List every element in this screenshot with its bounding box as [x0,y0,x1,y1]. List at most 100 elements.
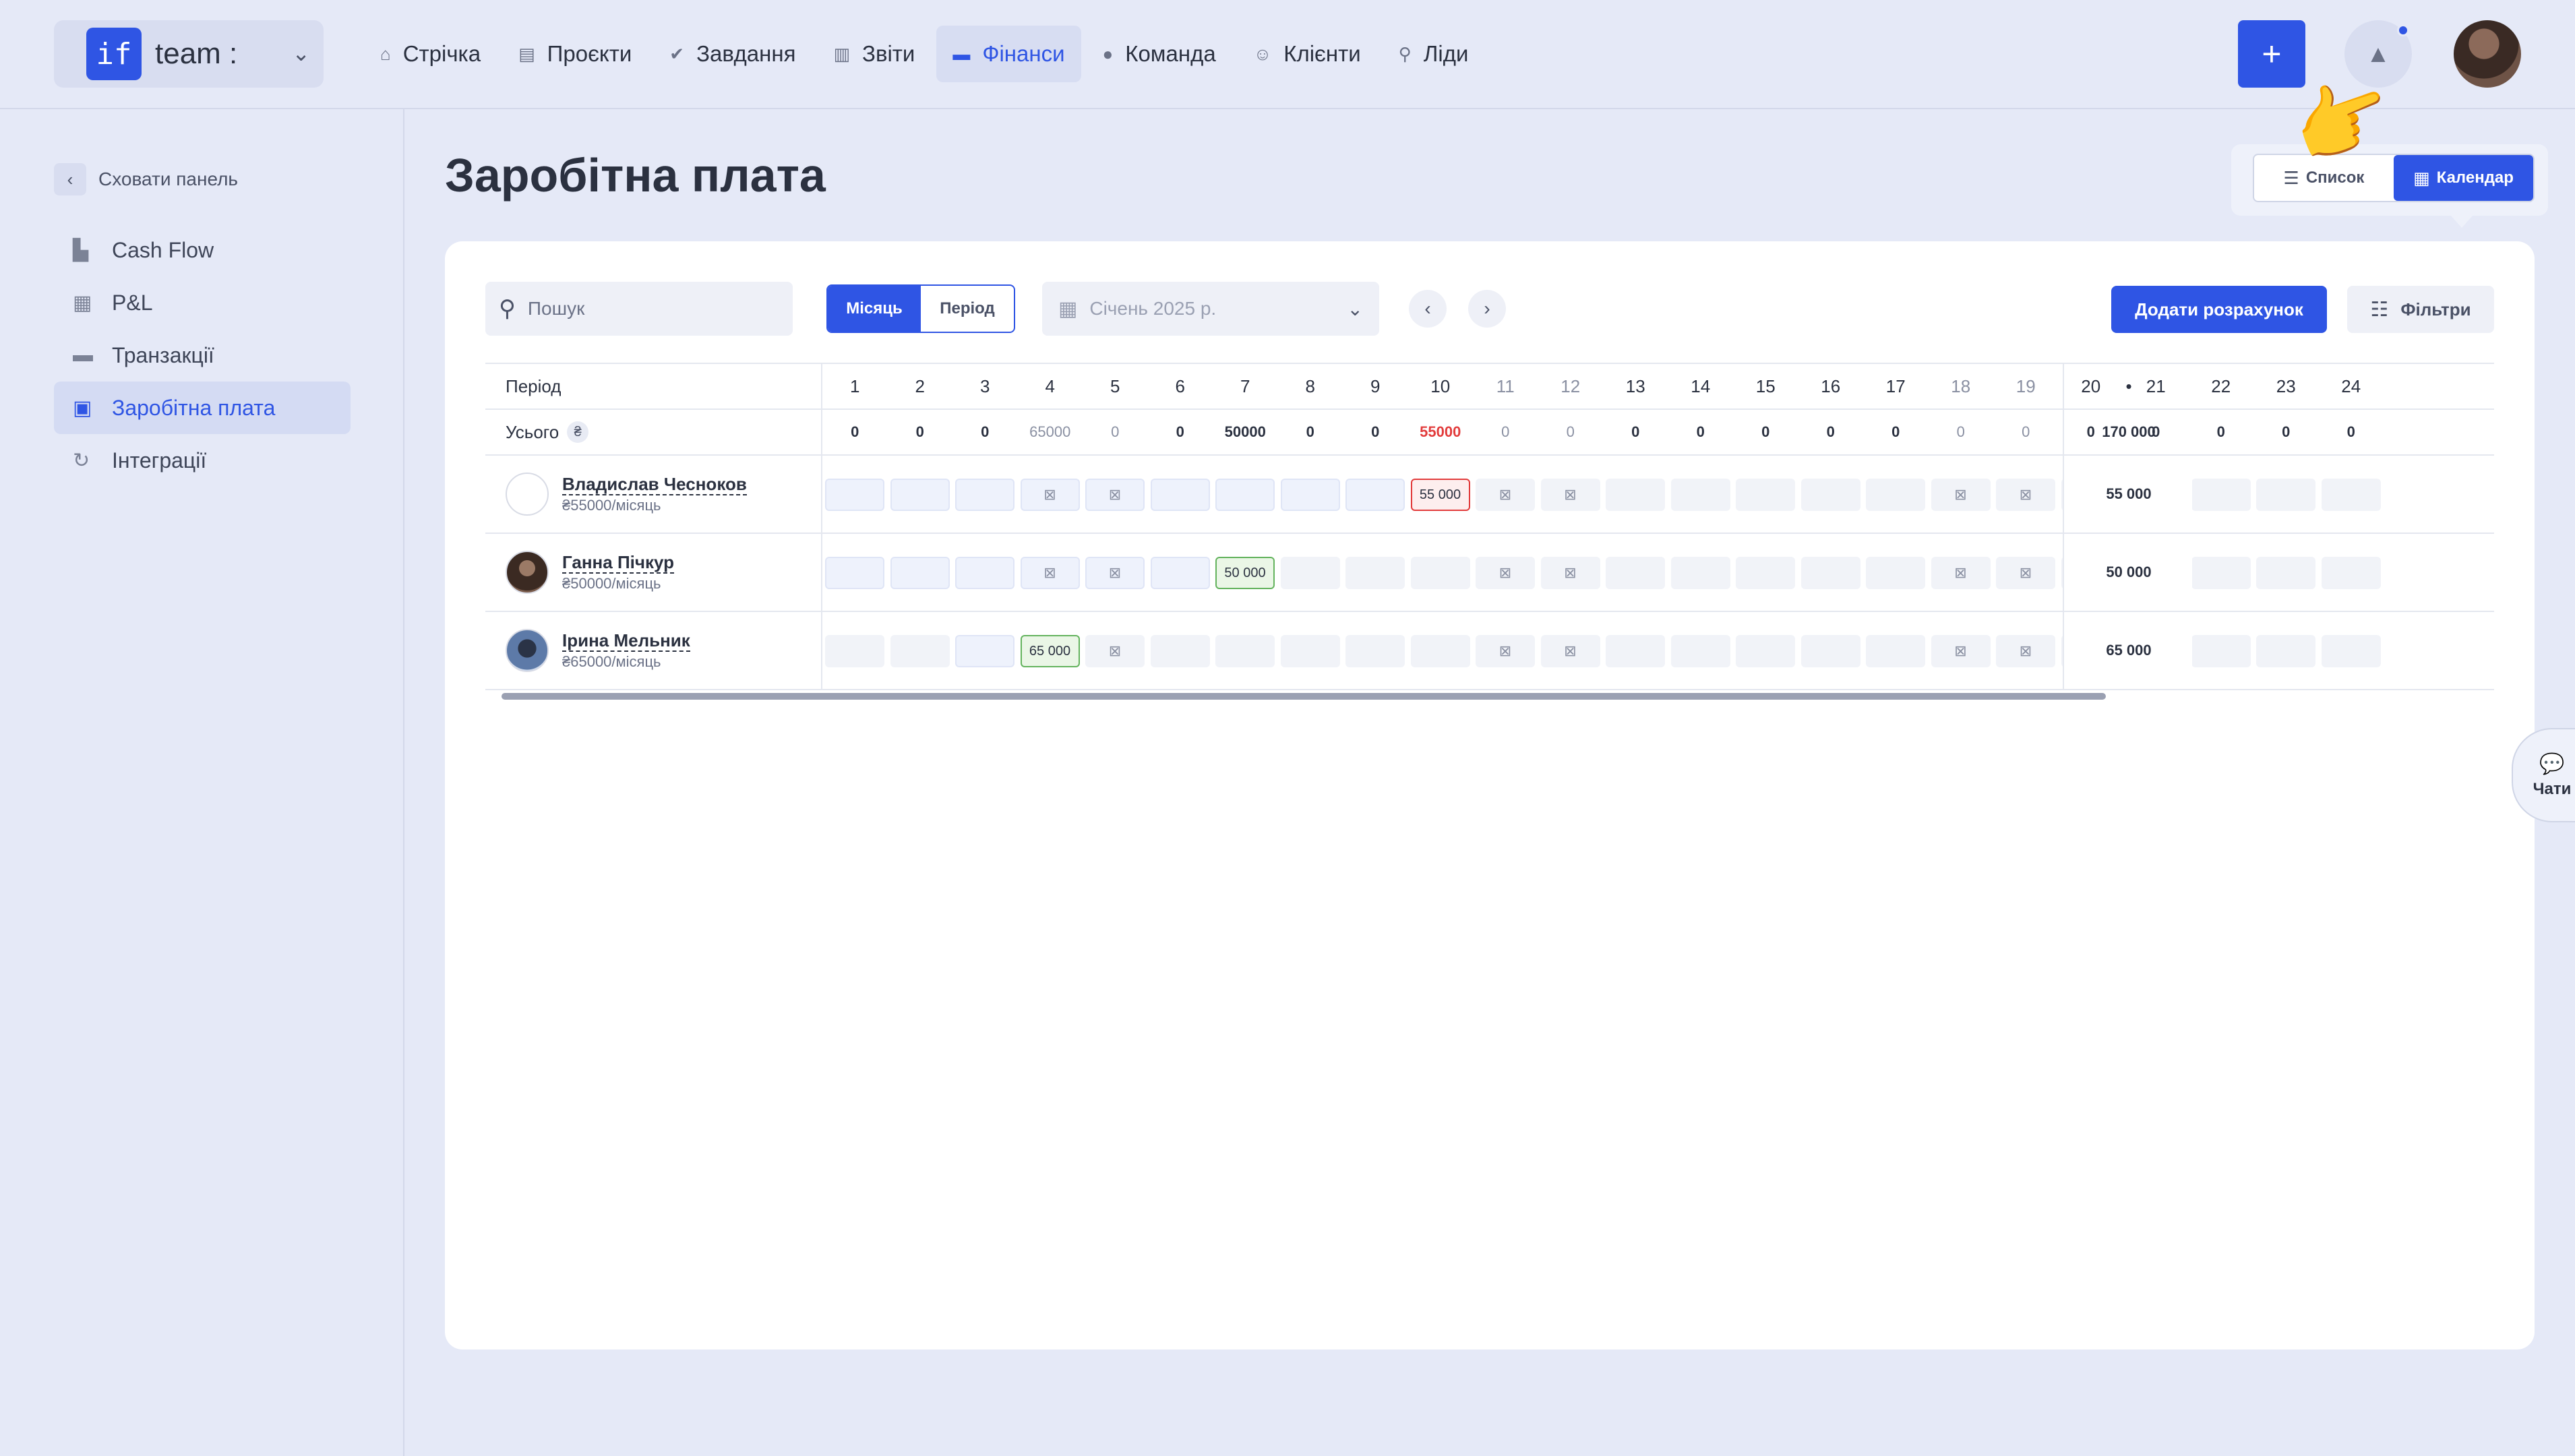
day-cell[interactable] [1670,635,1730,667]
day-cell[interactable] [955,557,1014,589]
nav-team[interactable]: ● Команда [1087,26,1232,82]
payment-marker[interactable]: 55 000 [1410,479,1470,511]
employee-name[interactable]: Ганна Пічкур [562,552,674,574]
sidebar-item-3[interactable]: ▣ Заробітна плата [54,382,351,434]
sidebar-item-2[interactable]: ▬ Транзакції [54,329,351,382]
nav-tasks[interactable]: ✔ Завдання [653,26,812,82]
filters-button[interactable]: ☷ Фільтри [2347,286,2494,333]
day-cell[interactable]: ⊠ [1085,635,1145,667]
day-cell[interactable] [825,479,884,511]
sidebar-item-1[interactable]: ▦ P&L [54,276,351,329]
day-cell[interactable]: ⊠ [1540,557,1600,589]
day-cell[interactable] [2321,635,2381,667]
create-button[interactable]: + [2238,20,2305,88]
workspace-switcher[interactable]: if team : ⌄ [54,20,324,88]
employee-name[interactable]: Ірина Мельник [562,630,690,652]
month-picker[interactable]: ▦ Січень 2025 р. ⌄ [1042,282,1379,336]
day-cell[interactable] [2321,557,2381,589]
chats-tab[interactable]: 💬 Чати [2512,728,2575,822]
day-cell[interactable] [1345,635,1405,667]
day-cell[interactable]: ⊠ [1996,479,2055,511]
day-cell[interactable] [1150,635,1210,667]
day-cell[interactable] [1150,479,1210,511]
nav-projects[interactable]: ▤ Проєкти [502,26,648,82]
day-cell[interactable] [2256,479,2315,511]
day-cell[interactable] [955,635,1014,667]
day-cell[interactable] [1800,479,1860,511]
day-cell[interactable] [1866,635,1925,667]
day-cell[interactable] [1670,479,1730,511]
day-cell[interactable] [1410,557,1470,589]
day-cell[interactable]: ⊠ [1085,557,1145,589]
day-cell[interactable] [2321,479,2381,511]
day-cell[interactable]: ⊠ [1540,479,1600,511]
payment-marker[interactable]: 65 000 [1020,635,1080,667]
day-cell[interactable] [1606,557,1665,589]
day-cell[interactable]: ⊠ [1020,557,1080,589]
day-cell[interactable] [2191,479,2251,511]
day-cell[interactable] [2191,557,2251,589]
calendar-view-button[interactable]: ▦ Календар [2394,155,2533,201]
day-cell[interactable] [1606,635,1665,667]
day-cell[interactable]: ⊠ [1476,479,1535,511]
day-cell[interactable]: ⊠ [1996,557,2055,589]
day-cell[interactable]: ⊠ [1996,635,2055,667]
day-cell[interactable] [1345,557,1405,589]
day-cell[interactable] [1866,479,1925,511]
sidebar-item-4[interactable]: ↻ Інтеграції [54,434,351,487]
day-cell[interactable] [890,635,950,667]
day-cell[interactable] [1410,635,1470,667]
nav-leads[interactable]: ⚲ Ліди [1383,26,1485,82]
day-cell[interactable] [1606,479,1665,511]
payment-marker[interactable]: 50 000 [1215,557,1275,589]
day-cell[interactable] [1150,557,1210,589]
day-cell[interactable]: ⊠ [1020,479,1080,511]
day-cell[interactable] [825,635,884,667]
scroll-thumb[interactable] [502,693,2106,700]
employee-name[interactable]: Владислав Чесноков [562,474,747,495]
seg-period[interactable]: Період [921,286,1014,332]
day-cell[interactable] [1736,635,1795,667]
day-cell[interactable] [1280,557,1340,589]
next-month-button[interactable]: › [1468,290,1506,328]
nav-clients[interactable]: ☺ Клієнти [1238,26,1377,82]
horizontal-scrollbar[interactable] [485,689,2494,700]
day-cell[interactable] [1800,557,1860,589]
day-cell[interactable]: ⊠ [1476,557,1535,589]
day-cell[interactable]: ⊠ [1476,635,1535,667]
day-cell[interactable]: ⊠ [1085,479,1145,511]
day-cell[interactable] [825,557,884,589]
day-cell[interactable]: ⊠ [1931,635,1991,667]
day-cell[interactable] [1280,635,1340,667]
day-cell[interactable] [955,479,1014,511]
day-cell[interactable] [1670,557,1730,589]
sidebar-item-0[interactable]: ▙ Cash Flow [54,224,351,276]
nav-reports[interactable]: ▥ Звіти [817,26,931,82]
add-payroll-button[interactable]: Додати розрахунок [2111,286,2327,333]
day-cell[interactable] [890,479,950,511]
day-cell[interactable] [1345,479,1405,511]
day-cell[interactable] [1736,479,1795,511]
employee-cell[interactable]: Владислав Чесноков ₴55000/місяць [485,456,822,533]
day-cell[interactable] [890,557,950,589]
day-cell[interactable] [1215,635,1275,667]
employee-cell[interactable]: Ірина Мельник ₴65000/місяць [485,612,822,689]
day-cell[interactable] [2191,635,2251,667]
day-cell[interactable] [1280,479,1340,511]
employee-cell[interactable]: Ганна Пічкур ₴50000/місяць [485,534,822,611]
day-cell[interactable] [1800,635,1860,667]
search-input[interactable]: ⚲ Пошук [485,282,793,336]
day-cell[interactable]: ⊠ [1931,479,1991,511]
day-cell[interactable] [2256,557,2315,589]
day-cell[interactable] [1866,557,1925,589]
day-cell[interactable] [1215,479,1275,511]
day-cell[interactable] [2256,635,2315,667]
day-cell[interactable]: ⊠ [1540,635,1600,667]
day-cell[interactable]: ⊠ [1931,557,1991,589]
user-avatar[interactable] [2454,20,2521,88]
prev-month-button[interactable]: ‹ [1409,290,1447,328]
nav-finance[interactable]: ▬ Фінанси [936,26,1081,82]
day-cell[interactable] [1736,557,1795,589]
seg-month[interactable]: Місяць [828,286,921,332]
nav-feed[interactable]: ⌂ Стрічка [364,26,497,82]
